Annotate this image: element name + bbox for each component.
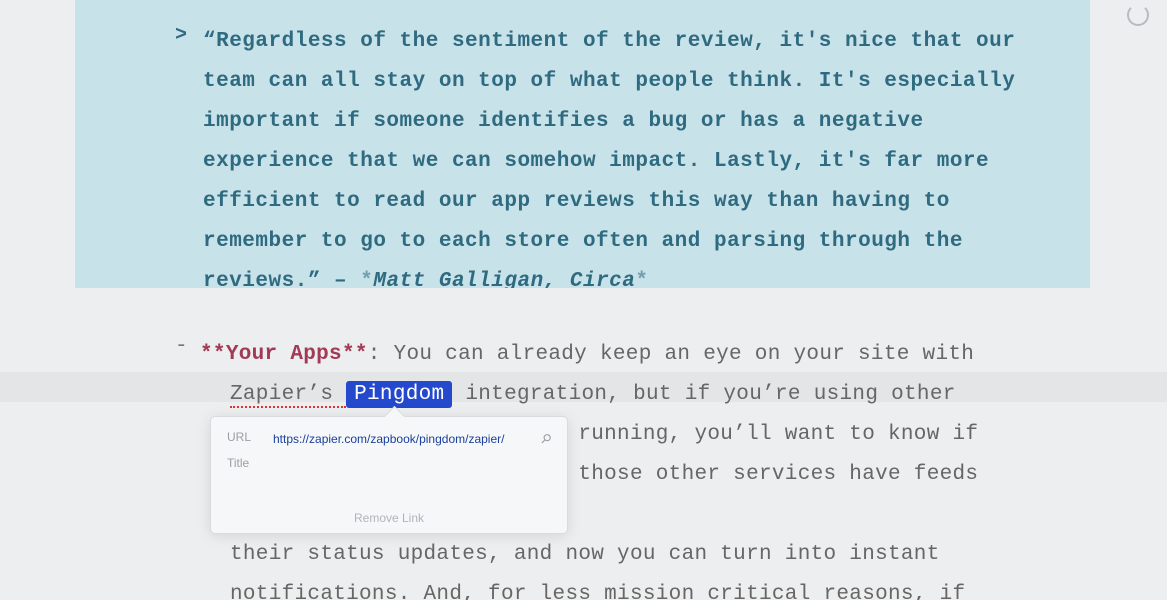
list-bullet: -: [175, 335, 188, 358]
selected-link-text[interactable]: Pingdom: [346, 381, 452, 408]
markdown-star: *: [635, 270, 648, 288]
title-label: Title: [227, 456, 273, 470]
quote-attribution-tail: , Circa: [544, 270, 636, 288]
remove-link-button[interactable]: Remove Link: [211, 511, 567, 525]
markdown-bold-close: **: [342, 343, 368, 366]
quote-attribution-name: Matt Galligan: [373, 270, 543, 288]
quote-body: “Regardless of the sentiment of the revi…: [203, 30, 1015, 288]
markdown-star: *: [360, 270, 373, 288]
body-text-segment: their status updates, and now you can tu…: [230, 535, 1000, 575]
blockquote: > “Regardless of the sentiment of the re…: [75, 0, 1090, 288]
blockquote-marker: >: [175, 24, 187, 47]
link-popover: URL https://zapier.com/zapbook/pingdom/z…: [210, 416, 568, 534]
url-input[interactable]: https://zapier.com/zapbook/pingdom/zapie…: [273, 430, 504, 448]
popover-title-row: Title: [211, 448, 567, 470]
markdown-bold-open: **: [200, 343, 226, 366]
body-text-segment: : You can already keep an eye on your si…: [368, 343, 974, 366]
body-text-segment: Zapier’s: [230, 383, 346, 408]
body-heading: Your Apps: [226, 343, 342, 366]
loading-spinner-icon: [1127, 4, 1149, 26]
blockquote-text[interactable]: “Regardless of the sentiment of the revi…: [203, 22, 1050, 288]
body-text-segment: integration, but if you’re using other: [465, 383, 955, 406]
body-text-segment: notifications. And, for less mission cri…: [230, 575, 1000, 600]
url-label: URL: [227, 430, 273, 444]
